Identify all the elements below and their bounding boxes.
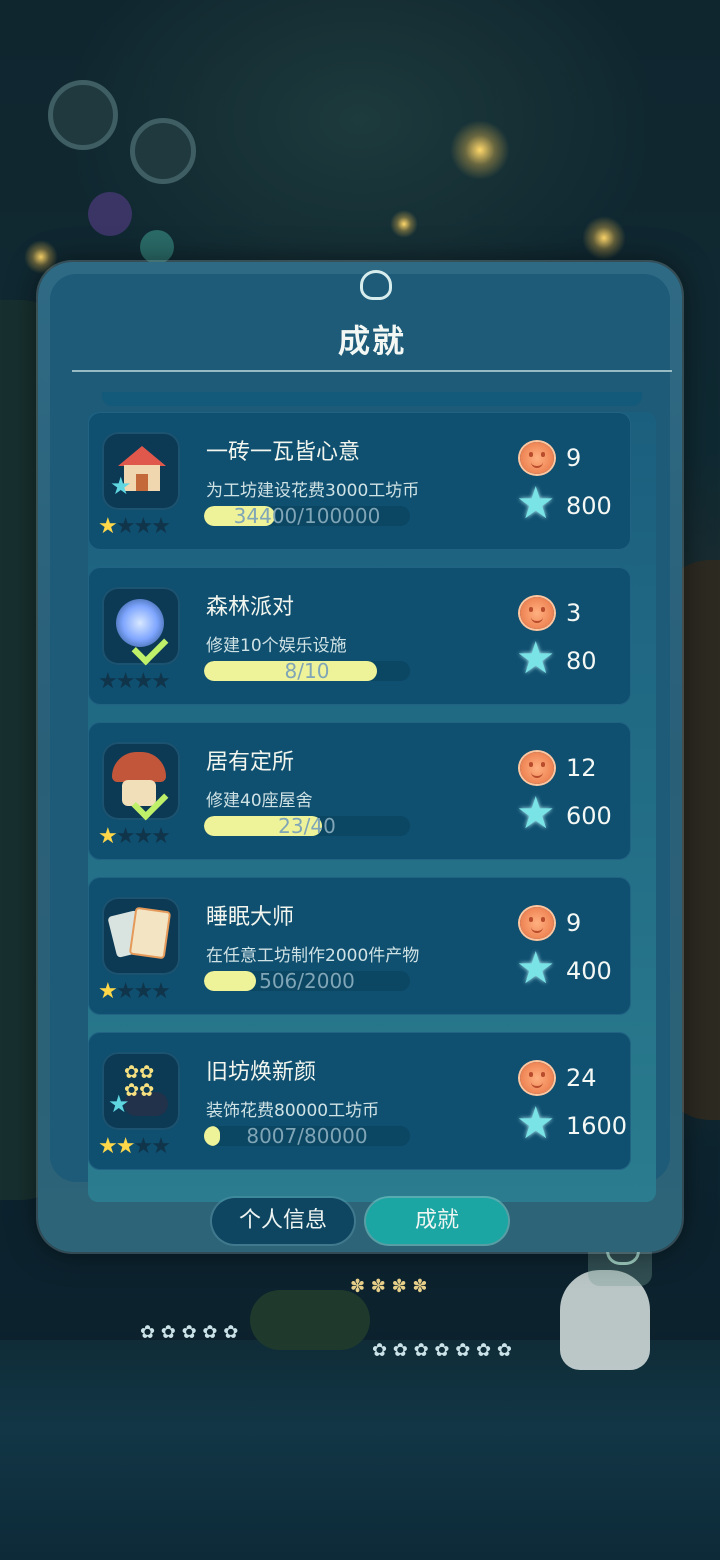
- reward-star-amount: 400: [566, 957, 612, 985]
- star-reward-icon: ★: [516, 633, 556, 684]
- blue-star-badge: ★: [108, 1090, 130, 1118]
- firefly-light: [450, 120, 510, 180]
- achievement-description: 修建10个娱乐设施: [206, 636, 347, 656]
- clock-decoration: [48, 80, 118, 150]
- ground: [0, 1340, 720, 1560]
- progress-text: 8/10: [284, 661, 330, 681]
- achievement-name: 睡眠大师: [206, 905, 295, 930]
- cards-icon: [102, 897, 180, 975]
- progress-text: 23/40: [278, 816, 336, 836]
- progress-bar: 34400/100000: [204, 506, 410, 526]
- mushroom-cap: [112, 752, 166, 782]
- house-roof: [118, 446, 166, 466]
- flower-coin-icon: [520, 1062, 554, 1094]
- bush-decoration: [250, 1290, 370, 1350]
- achievement-description: 装饰花费80000工坊币: [206, 1101, 380, 1121]
- achievement-description: 修建40座屋舍: [206, 791, 313, 811]
- progress-bar: 8007/80000: [204, 1126, 410, 1146]
- star-reward-icon: ★: [516, 1098, 556, 1149]
- flower-coin-icon: [520, 752, 554, 784]
- reward-star-amount: 800: [566, 492, 612, 520]
- achievement-name: 居有定所: [206, 750, 295, 775]
- achievement-card[interactable]: ★★★★ 森林派对 修建10个娱乐设施 8/10 3 ★ 80: [88, 567, 631, 705]
- star-rating: ★★★★: [98, 1134, 171, 1159]
- progress-text: 8007/80000: [246, 1126, 368, 1146]
- flower-decoration: ✿ ✿ ✿ ✿ ✿ ✿ ✿: [372, 1340, 512, 1361]
- card-front: [128, 906, 172, 960]
- progress-text: 34400/100000: [233, 506, 381, 526]
- achievement-description: 为工坊建设花费3000工坊币: [206, 481, 420, 501]
- progress-text: 506/2000: [259, 971, 355, 991]
- reward-star-amount: 1600: [566, 1112, 628, 1140]
- reward-coin-amount: 3: [566, 599, 582, 627]
- dialog-crest-icon: [360, 270, 392, 300]
- star-rating: ★★★★: [98, 669, 171, 694]
- flower-decoration: ✽ ✽ ✽ ✽: [350, 1276, 428, 1297]
- tab-personal-info[interactable]: 个人信息: [212, 1198, 354, 1244]
- achievement-description: 在任意工坊制作2000件产物: [206, 946, 420, 966]
- flower-coin-icon: [520, 597, 554, 629]
- achievement-name: 旧坊焕新颜: [206, 1060, 317, 1085]
- achievement-name: 一砖一瓦皆心意: [206, 440, 361, 465]
- flower-bush-icon: ✿✿ ✿✿ ★: [102, 1052, 180, 1130]
- achievement-card[interactable]: ★★★★ 居有定所 修建40座屋舍 23/40 12 ★ 600: [88, 722, 631, 860]
- blue-star-badge: ★: [110, 472, 132, 500]
- tab-achievements[interactable]: 成就: [366, 1198, 508, 1244]
- orb-decoration: [88, 192, 132, 236]
- workshop-house-icon: ★: [102, 432, 180, 510]
- achievement-name: 森林派对: [206, 595, 295, 620]
- progress-bar: 506/2000: [204, 971, 410, 991]
- achievement-card[interactable]: ★ ★★★★ 一砖一瓦皆心意 为工坊建设花费3000工坊币 34400/1000…: [88, 412, 631, 550]
- mushroom-house-check-icon: [102, 742, 180, 821]
- star-rating: ★★★★: [98, 514, 171, 539]
- reward-coin-amount: 12: [566, 754, 597, 782]
- star-rating: ★★★★: [98, 979, 171, 1004]
- dialog-title: 成就: [337, 322, 406, 360]
- reward-coin-amount: 24: [566, 1064, 597, 1092]
- reward-coin-amount: 9: [566, 444, 582, 472]
- achievement-card[interactable]: ★★★★ 睡眠大师 在任意工坊制作2000件产物 506/2000 9 ★ 40…: [88, 877, 631, 1015]
- star-reward-icon: ★: [516, 788, 556, 839]
- blue-lantern-check-icon: [102, 587, 180, 666]
- reward-star-amount: 600: [566, 802, 612, 830]
- reward-star-amount: 80: [566, 647, 597, 675]
- house-door: [136, 474, 148, 491]
- star-rating: ★★★★: [98, 824, 171, 849]
- flower-coin-icon: [520, 907, 554, 939]
- progress-bar: 23/40: [204, 816, 410, 836]
- title-divider: [72, 370, 672, 372]
- flower-coin-icon: [520, 442, 554, 474]
- flower-decoration: ✿ ✿ ✿ ✿ ✿: [140, 1322, 239, 1343]
- firefly-light: [582, 216, 626, 260]
- achievement-card[interactable]: ✿✿ ✿✿ ★ ★★★★ 旧坊焕新颜 装饰花费80000工坊币 8007/8000…: [88, 1032, 631, 1170]
- star-reward-icon: ★: [516, 943, 556, 994]
- star-reward-icon: ★: [516, 478, 556, 529]
- list-scroll-edge: [102, 392, 642, 406]
- clock-decoration: [130, 118, 196, 184]
- reward-coin-amount: 9: [566, 909, 582, 937]
- firefly-light: [390, 210, 418, 238]
- progress-bar: 8/10: [204, 661, 410, 681]
- orb-decoration: [140, 230, 174, 264]
